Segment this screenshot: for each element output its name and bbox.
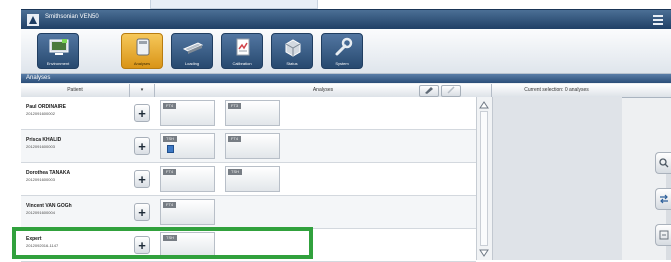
tool-analyses[interactable]: Analyses — [121, 33, 163, 69]
patient-id: 2012091600003 — [26, 177, 55, 182]
pencil-icon — [425, 87, 433, 94]
tool-loading[interactable]: Loading — [171, 33, 213, 69]
section-title: Analyses — [26, 75, 51, 81]
analysis-name: FT4 — [163, 103, 177, 109]
monitor-icon — [49, 39, 69, 55]
patient-id: 2012091600003 — [26, 144, 55, 149]
add-analysis-button[interactable]: + — [134, 104, 150, 122]
table-row[interactable]: Vincent VAN GOGh 2012091600004 + FT4 — [21, 196, 476, 229]
status-icon — [285, 39, 301, 57]
scrollbar-track[interactable] — [480, 111, 488, 246]
column-sort-toggle[interactable]: ▾ — [130, 84, 155, 97]
tool-calibration[interactable]: Calibration — [221, 33, 263, 69]
top-address-field — [150, 0, 318, 9]
analysis-card[interactable]: TSH — [225, 166, 280, 192]
app-title: Smithsonian VEN50 — [45, 14, 99, 20]
table-row[interactable]: Prisca KHALID 2012091600003 + TSH FT4 — [21, 130, 476, 163]
patient-name: Prisca KHALID — [26, 137, 62, 143]
highlight-box — [12, 227, 313, 259]
add-analysis-button[interactable]: + — [134, 170, 150, 188]
analysis-name: FT4 — [228, 136, 242, 142]
vertical-scrollbar[interactable] — [476, 97, 492, 260]
side-tab-transfer[interactable] — [655, 188, 671, 210]
search-icon — [659, 158, 669, 168]
wrench-icon — [335, 37, 353, 56]
tool-system[interactable]: System — [321, 33, 363, 69]
analysis-name: FT3 — [228, 103, 242, 109]
disabled-tool-button[interactable] — [441, 85, 461, 97]
patient-name: Paul ORDINAIRE — [26, 104, 67, 110]
column-patient[interactable]: Patient — [21, 84, 130, 97]
analysis-card[interactable]: FT4 — [225, 133, 280, 159]
column-current-selection: Current selection: 0 analyses — [524, 87, 589, 93]
analysis-card[interactable]: FT4 — [160, 166, 215, 192]
analysis-card[interactable]: FT4 — [160, 199, 215, 225]
patient-id: 2012091600002 — [26, 111, 55, 116]
side-tab-export[interactable] — [655, 224, 671, 246]
current-selection-panel — [492, 97, 622, 260]
add-analysis-button[interactable]: + — [134, 203, 150, 221]
edit-analyses-button[interactable] — [419, 85, 439, 97]
main-toolbar: Environment Analyses Loading Calibration… — [21, 29, 671, 74]
patient-name: Dorothea TANAKA — [26, 170, 71, 176]
add-analysis-button[interactable]: + — [134, 137, 150, 155]
analysis-card[interactable]: FT3 — [225, 100, 280, 126]
menu-icon[interactable] — [653, 15, 663, 25]
tube-icon — [167, 145, 174, 153]
analysis-name: TSH — [163, 136, 177, 142]
scroll-down-icon[interactable] — [479, 248, 489, 258]
scroll-up-icon[interactable] — [479, 100, 489, 110]
tool-environment[interactable]: Environment — [37, 33, 79, 69]
brush-icon — [447, 86, 455, 94]
section-header: Analyses — [21, 74, 671, 83]
side-tab-search[interactable] — [655, 152, 671, 174]
app-logo-icon — [27, 14, 39, 26]
column-header-row: Patient ▾ Analyses Current selection: 0 … — [21, 84, 671, 98]
analysis-name: FT4 — [163, 169, 177, 175]
tool-status[interactable]: Status — [271, 33, 313, 69]
analysis-card[interactable]: FT4 — [160, 100, 215, 126]
analysis-name: FT4 — [163, 202, 177, 208]
loading-icon — [183, 42, 203, 54]
transfer-icon — [660, 194, 668, 204]
app-window: Smithsonian VEN50 Environment Analyses L… — [21, 9, 671, 262]
analysis-name: TSH — [228, 169, 242, 175]
patient-id: 2012091600004 — [26, 210, 55, 215]
table-row[interactable]: Dorothea TANAKA 2012091600003 + FT4 TSH — [21, 163, 476, 196]
analysis-card[interactable]: TSH — [160, 133, 215, 159]
table-row[interactable]: Paul ORDINAIRE 2012091600002 + FT4 FT3 — [21, 97, 476, 130]
calibration-icon — [236, 38, 250, 56]
export-icon — [659, 230, 669, 240]
analyses-icon — [136, 38, 150, 56]
title-bar: Smithsonian VEN50 — [21, 9, 671, 30]
patient-name: Vincent VAN GOGh — [26, 203, 72, 209]
